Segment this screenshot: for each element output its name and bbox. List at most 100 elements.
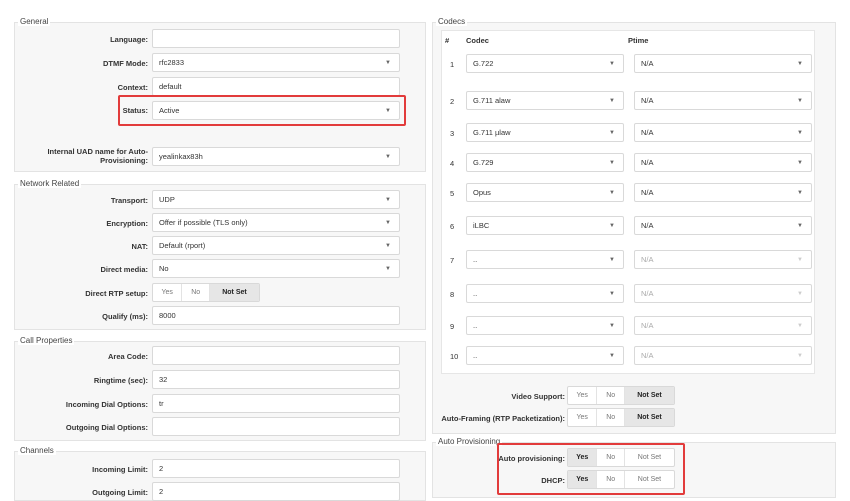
auto-framing-no[interactable]: No (597, 409, 625, 426)
chevron-down-icon: ▼ (385, 153, 391, 160)
chevron-down-icon: ▼ (797, 352, 803, 359)
ptime-value: N/A (641, 158, 654, 167)
ptime-select[interactable]: N/A ▼ (634, 123, 812, 142)
codec-col-ptime: Ptime (628, 36, 649, 45)
auto-framing-notset[interactable]: Not Set (624, 409, 674, 426)
direct-rtp-label: Direct RTP setup: (85, 289, 148, 298)
chevron-down-icon: ▼ (797, 222, 803, 229)
outgoing-dial-input[interactable] (152, 417, 400, 436)
qualify-label: Qualify (ms): (102, 312, 148, 321)
chevron-down-icon: ▼ (385, 196, 391, 203)
ptime-value: N/A (641, 321, 654, 330)
direct-rtp-yes[interactable]: Yes (153, 284, 183, 301)
codec-value: .. (473, 351, 478, 360)
video-support-toggle[interactable]: Yes No Not Set (567, 386, 675, 405)
dtmf-mode-select[interactable]: rfc2833 ▼ (152, 53, 400, 72)
direct-media-label: Direct media: (100, 265, 148, 274)
codec-value: .. (473, 255, 478, 264)
chevron-down-icon: ▼ (797, 97, 803, 104)
auto-provisioning-legend: Auto Provisioning (436, 437, 503, 446)
language-label: Language: (110, 35, 148, 44)
codec-value: .. (473, 289, 478, 298)
codecs-legend: Codecs (436, 17, 468, 26)
codec-value: iLBC (473, 221, 490, 230)
ptime-select[interactable]: N/A ▼ (634, 153, 812, 172)
area-code-input[interactable] (152, 346, 400, 365)
ptime-value: N/A (641, 221, 654, 230)
video-support-notset[interactable]: Not Set (624, 387, 674, 404)
outgoing-limit-input[interactable]: 2 (152, 482, 400, 501)
codec-select[interactable]: .. ▼ (466, 316, 624, 335)
chevron-down-icon: ▼ (609, 352, 615, 359)
chevron-down-icon: ▼ (609, 60, 615, 67)
uad-name-select[interactable]: yealinkax83h ▼ (152, 147, 400, 166)
chevron-down-icon: ▼ (797, 322, 803, 329)
incoming-limit-input[interactable]: 2 (152, 459, 400, 478)
chevron-down-icon: ▼ (609, 256, 615, 263)
nat-select[interactable]: Default (rport) ▼ (152, 236, 400, 255)
direct-media-select[interactable]: No ▼ (152, 259, 400, 278)
codec-select[interactable]: G.711 alaw ▼ (466, 91, 624, 110)
codec-select[interactable]: .. ▼ (466, 346, 624, 365)
incoming-limit-label: Incoming Limit: (92, 465, 148, 474)
direct-rtp-no[interactable]: No (182, 284, 210, 301)
context-input[interactable]: default (152, 77, 400, 96)
chevron-down-icon: ▼ (609, 189, 615, 196)
codec-select[interactable]: G.722 ▼ (466, 54, 624, 73)
codec-row-number: 4 (450, 159, 455, 168)
chevron-down-icon: ▼ (609, 97, 615, 104)
ringtime-label: Ringtime (sec): (93, 376, 148, 385)
codec-select[interactable]: .. ▼ (466, 250, 624, 269)
transport-select[interactable]: UDP ▼ (152, 190, 400, 209)
auto-framing-toggle[interactable]: Yes No Not Set (567, 408, 675, 427)
video-support-no[interactable]: No (597, 387, 625, 404)
ptime-select[interactable]: N/A ▼ (634, 250, 812, 269)
codec-select[interactable]: iLBC ▼ (466, 216, 624, 235)
codec-row-number: 9 (450, 322, 455, 331)
uad-name-label: Internal UAD name for Auto-Provisioning: (47, 147, 148, 165)
codec-value: .. (473, 321, 478, 330)
ptime-select[interactable]: N/A ▼ (634, 216, 812, 235)
codec-select[interactable]: Opus ▼ (466, 183, 624, 202)
ringtime-input[interactable]: 32 (152, 370, 400, 389)
auto-framing-yes[interactable]: Yes (568, 409, 598, 426)
transport-label: Transport: (110, 196, 148, 205)
codec-row-number: 6 (450, 222, 455, 231)
codec-col-codec: Codec (466, 36, 489, 45)
ptime-value: N/A (641, 59, 654, 68)
ptime-select[interactable]: N/A ▼ (634, 284, 812, 303)
codec-row-number: 3 (450, 129, 455, 138)
ptime-select[interactable]: N/A ▼ (634, 91, 812, 110)
incoming-dial-input[interactable]: tr (152, 394, 400, 413)
qualify-input[interactable]: 8000 (152, 306, 400, 325)
dtmf-mode-label: DTMF Mode: (103, 59, 148, 68)
codec-select[interactable]: G.711 µlaw ▼ (466, 123, 624, 142)
codec-value: G.729 (473, 158, 494, 167)
codec-row-number: 1 (450, 60, 455, 69)
ptime-select[interactable]: N/A ▼ (634, 316, 812, 335)
codec-row-number: 8 (450, 290, 455, 299)
outgoing-dial-label: Outgoing Dial Options: (65, 423, 148, 432)
chevron-down-icon: ▼ (609, 290, 615, 297)
encryption-select[interactable]: Offer if possible (TLS only) ▼ (152, 213, 400, 232)
ptime-select[interactable]: N/A ▼ (634, 346, 812, 365)
codec-select[interactable]: .. ▼ (466, 284, 624, 303)
chevron-down-icon: ▼ (797, 189, 803, 196)
call-properties-legend: Call Properties (18, 336, 75, 345)
chevron-down-icon: ▼ (385, 219, 391, 226)
codec-select[interactable]: G.729 ▼ (466, 153, 624, 172)
ptime-value: N/A (641, 255, 654, 264)
ptime-select[interactable]: N/A ▼ (634, 183, 812, 202)
chevron-down-icon: ▼ (797, 159, 803, 166)
ptime-value: N/A (641, 128, 654, 137)
direct-rtp-toggle[interactable]: Yes No Not Set (152, 283, 260, 302)
direct-rtp-notset[interactable]: Not Set (209, 284, 259, 301)
ptime-value: N/A (641, 188, 654, 197)
codec-value: Opus (473, 188, 491, 197)
video-support-yes[interactable]: Yes (568, 387, 598, 404)
network-legend: Network Related (18, 179, 82, 188)
language-input[interactable] (152, 29, 400, 48)
video-support-label: Video Support: (511, 392, 565, 401)
ptime-select[interactable]: N/A ▼ (634, 54, 812, 73)
ptime-value: N/A (641, 351, 654, 360)
